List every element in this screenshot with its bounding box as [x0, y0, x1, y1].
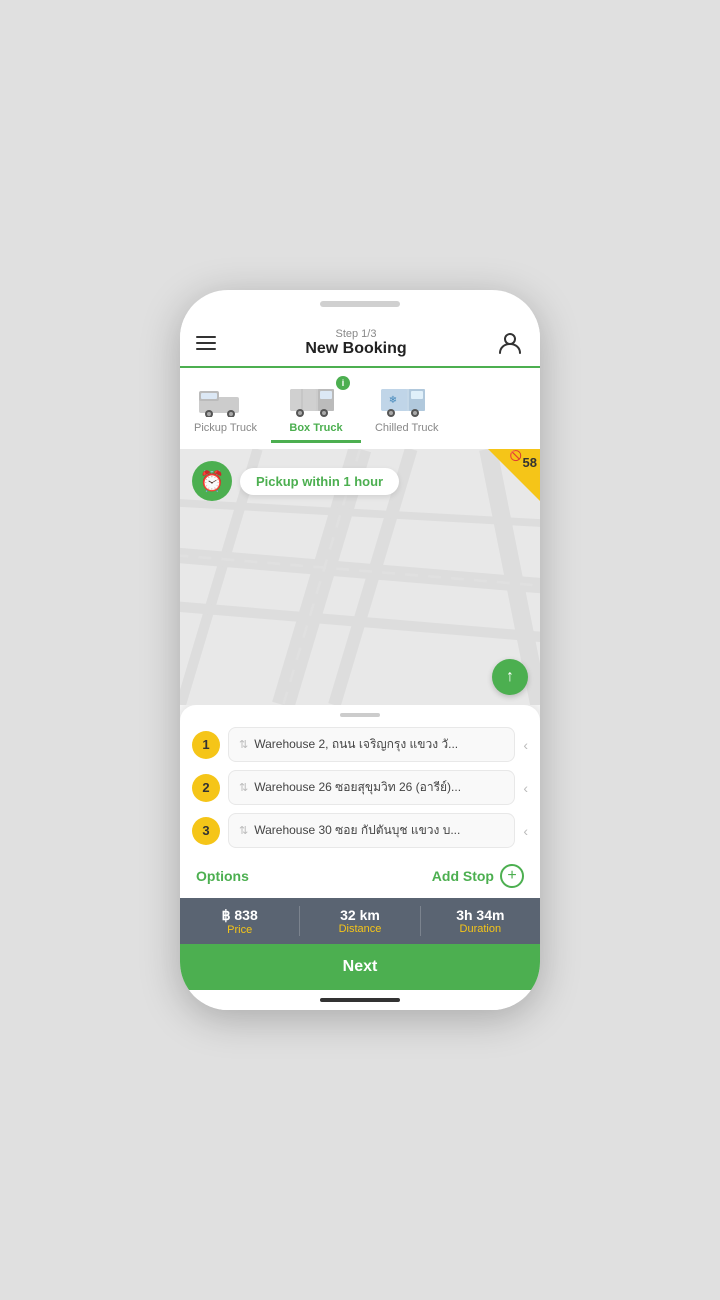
stat-price: ฿ 838 Price — [180, 907, 299, 936]
options-button[interactable]: Options — [196, 868, 249, 884]
stop-row-1: 1 ⇅ Warehouse 2, ถนน เจริญกรุง แขวง วั..… — [192, 727, 528, 762]
pickup-truck-label: Pickup Truck — [194, 422, 257, 434]
phone-notch — [320, 301, 400, 307]
pickup-pill[interactable]: ⏰ Pickup within 1 hour — [192, 461, 399, 501]
stop-input-3[interactable]: ⇅ Warehouse 30 ซอย กัปตันบุช แขวง บ... — [228, 813, 515, 848]
chevron-right-2[interactable]: ‹ — [523, 780, 528, 796]
phone-frame: Step 1/3 New Booking — [180, 290, 540, 1010]
stop-number-3: 3 — [192, 817, 220, 845]
profile-icon[interactable] — [496, 329, 524, 357]
phone-home-bar — [180, 990, 540, 1010]
chevron-right-1[interactable]: ‹ — [523, 737, 528, 753]
chilled-truck-icon: ❄ — [377, 380, 437, 420]
header-center: Step 1/3 New Booking — [305, 328, 406, 358]
distance-label: Distance — [300, 923, 419, 935]
truck-selector: Pickup Truck i — [180, 368, 540, 449]
page-title: New Booking — [305, 340, 406, 358]
phone-notch-area — [180, 290, 540, 318]
truck-item-box[interactable]: i Box Truck — [271, 374, 361, 443]
add-stop-row[interactable]: Add Stop + — [432, 864, 524, 888]
corner-badge: 🚫 58 — [488, 449, 540, 501]
info-badge: i — [336, 376, 350, 390]
stop-input-1[interactable]: ⇅ Warehouse 2, ถนน เจริญกรุง แขวง วั... — [228, 727, 515, 762]
stop-row-3: 3 ⇅ Warehouse 30 ซอย กัปตันบุช แขวง บ...… — [192, 813, 528, 848]
alarm-icon: ⏰ — [192, 461, 232, 501]
sort-icon-2: ⇅ — [239, 781, 248, 794]
corner-badge-count: 58 — [523, 455, 537, 470]
svg-text:❄: ❄ — [389, 395, 397, 406]
stop-input-2[interactable]: ⇅ Warehouse 26 ซอยสุขุมวิท 26 (อารีย์)..… — [228, 770, 515, 805]
duration-label: Duration — [421, 923, 540, 935]
price-value: ฿ 838 — [180, 907, 299, 924]
corner-badge-icon: 🚫 — [510, 451, 522, 462]
bottom-panel: 1 ⇅ Warehouse 2, ถนน เจริญกรุง แขวง วั..… — [180, 705, 540, 898]
stop-address-2: Warehouse 26 ซอยสุขุมวิท 26 (อารีย์)... — [254, 778, 504, 797]
header: Step 1/3 New Booking — [180, 318, 540, 368]
options-row: Options Add Stop + — [180, 856, 540, 898]
price-label: Price — [180, 924, 299, 936]
distance-value: 32 km — [300, 907, 419, 923]
sort-icon-1: ⇅ — [239, 738, 248, 751]
duration-value: 3h 34m — [421, 907, 540, 923]
add-stop-label: Add Stop — [432, 868, 494, 884]
stats-bar: ฿ 838 Price 32 km Distance 3h 34m Durati… — [180, 898, 540, 944]
sort-icon-3: ⇅ — [239, 824, 248, 837]
menu-button[interactable] — [196, 336, 216, 350]
map-area: ⏰ Pickup within 1 hour 🚫 58 ↑ — [180, 449, 540, 705]
box-truck-icon: i — [286, 380, 346, 420]
home-bar — [320, 998, 400, 1002]
box-truck-label: Box Truck — [289, 422, 342, 434]
stop-address-3: Warehouse 30 ซอย กัปตันบุช แขวง บ... — [254, 821, 504, 840]
truck-item-chilled[interactable]: ❄ Chilled Truck — [361, 374, 453, 443]
truck-item-pickup[interactable]: Pickup Truck — [180, 374, 271, 443]
stat-distance: 32 km Distance — [300, 907, 419, 935]
scroll-up-button[interactable]: ↑ — [492, 659, 528, 695]
stop-list: 1 ⇅ Warehouse 2, ถนน เจริญกรุง แขวง วั..… — [180, 723, 540, 848]
stop-address-1: Warehouse 2, ถนน เจริญกรุง แขวง วั... — [254, 735, 504, 754]
pickup-text: Pickup within 1 hour — [240, 468, 399, 495]
add-stop-icon: + — [500, 864, 524, 888]
next-button[interactable]: Next — [180, 944, 540, 990]
stop-row-2: 2 ⇅ Warehouse 26 ซอยสุขุมวิท 26 (อารีย์)… — [192, 770, 528, 805]
stop-number-2: 2 — [192, 774, 220, 802]
stat-duration: 3h 34m Duration — [421, 907, 540, 935]
chilled-truck-label: Chilled Truck — [375, 422, 439, 434]
drag-handle — [340, 713, 380, 717]
screen: Step 1/3 New Booking — [180, 318, 540, 1010]
chevron-right-3[interactable]: ‹ — [523, 823, 528, 839]
step-label: Step 1/3 — [305, 328, 406, 340]
pickup-truck-icon — [195, 380, 255, 420]
stop-number-1: 1 — [192, 731, 220, 759]
